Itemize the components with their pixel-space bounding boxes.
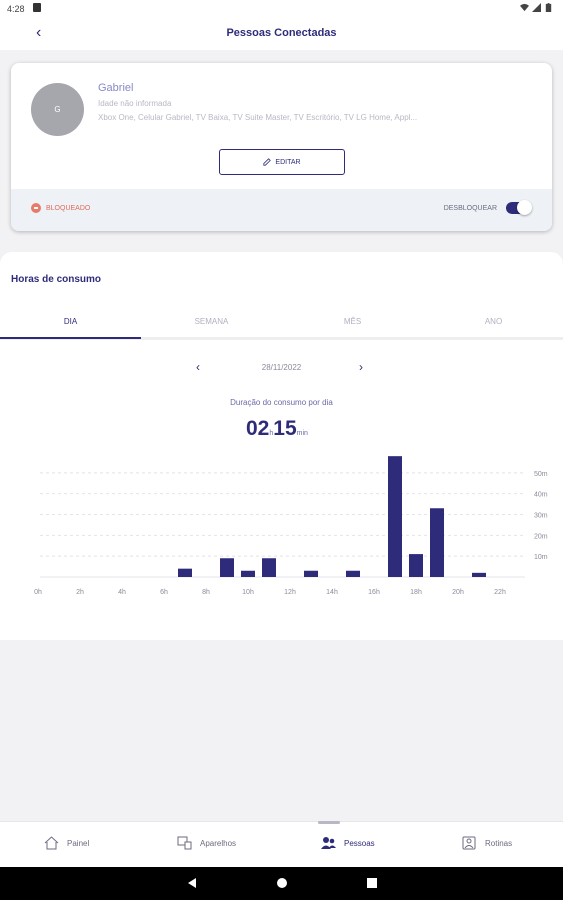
unlock-control: DESBLOQUEAR <box>443 200 532 215</box>
nav-item-rotinas[interactable]: Rotinas <box>462 836 512 850</box>
x-tick-label: 20h <box>452 589 464 596</box>
page-title: Pessoas Conectadas <box>226 27 337 39</box>
toggle-knob <box>517 200 532 215</box>
system-home-icon[interactable] <box>276 877 288 889</box>
app-bar: ‹ Pessoas Conectadas <box>0 18 563 50</box>
active-tab-indicator <box>0 337 141 339</box>
chart-bar <box>220 558 234 577</box>
total-hours: 02 <box>246 417 270 440</box>
system-nav-bar <box>0 867 563 900</box>
edit-button[interactable]: EDITAR <box>219 149 345 175</box>
current-date: 28/11/2022 <box>261 363 302 372</box>
chart-bar <box>178 568 192 577</box>
x-tick-label: 6h <box>160 589 168 596</box>
chart-bar <box>262 558 276 577</box>
chart-subtitle: Duração do consumo por dia <box>230 398 333 407</box>
nav-label-aparelhos: Aparelhos <box>200 838 237 848</box>
chart-bar <box>346 570 360 577</box>
card-status-bar: BLOQUEADO DESBLOQUEAR <box>11 189 552 231</box>
tab-semana[interactable]: SEMANA <box>141 317 282 326</box>
pencil-icon <box>263 158 272 166</box>
total-minutes: 15 <box>273 417 297 440</box>
tab-dia[interactable]: DIA <box>0 317 141 326</box>
system-recents-icon[interactable] <box>366 877 378 889</box>
bottom-nav: Painel Aparelhos Pessoas Rotinas <box>0 821 563 867</box>
x-tick-label: 16h <box>368 589 380 596</box>
x-tick-label: 8h <box>202 589 210 596</box>
chart-bar <box>430 508 444 577</box>
battery-icon <box>545 3 552 12</box>
person-devices: Xbox One, Celular Gabriel, TV Baixa, TV … <box>98 113 418 122</box>
chart-bar <box>472 572 486 577</box>
x-tick-label: 14h <box>326 589 338 596</box>
unlock-toggle[interactable] <box>506 200 532 215</box>
x-tick-label: 12h <box>284 589 296 596</box>
person-card: G Gabriel Idade não informada Xbox One, … <box>11 63 552 231</box>
notification-icon <box>33 3 41 12</box>
chart-bar <box>304 570 318 577</box>
y-tick-label: 50m <box>534 471 548 478</box>
blocked-status: BLOQUEADO <box>31 203 90 213</box>
status-time: 4:28 <box>7 4 25 14</box>
y-tick-label: 20m <box>534 533 548 540</box>
nav-indicator <box>318 821 340 824</box>
blocked-label: BLOQUEADO <box>46 204 91 212</box>
consumption-title: Horas de consumo <box>11 274 102 285</box>
nav-label-pessoas: Pessoas <box>344 838 375 848</box>
consumption-bar-chart: 10m 20m 30m 40m 50m 0h 2h 4h 6h 8h 10h 12h 14h 16h 18h… <box>34 456 548 596</box>
period-tabs: DIA SEMANA MÊS ANO <box>0 308 563 340</box>
nav-item-aparelhos[interactable]: Aparelhos <box>177 836 236 850</box>
tab-mes[interactable]: MÊS <box>282 317 423 326</box>
nav-item-pessoas[interactable]: Pessoas <box>321 836 375 850</box>
unlock-label: DESBLOQUEAR <box>443 204 497 212</box>
nav-label-rotinas: Rotinas <box>485 838 513 848</box>
people-icon <box>321 837 336 849</box>
y-tick-label: 30m <box>534 513 548 520</box>
y-tick-label: 10m <box>534 554 548 561</box>
x-tick-label: 18h <box>410 589 422 596</box>
person-name: Gabriel <box>98 82 134 94</box>
x-tick-label: 4h <box>118 589 126 596</box>
avatar: G <box>31 83 84 136</box>
nav-label-painel: Painel <box>67 838 90 848</box>
x-tick-label: 0h <box>34 589 42 596</box>
chart-bar <box>409 554 423 577</box>
status-icons <box>520 3 553 12</box>
system-back-icon[interactable] <box>186 877 198 889</box>
x-tick-label: 2h <box>76 589 84 596</box>
x-tick-label: 22h <box>494 589 506 596</box>
date-navigator: ‹ 28/11/2022 › <box>0 360 563 376</box>
routine-icon <box>462 836 476 850</box>
total-duration: 02h15min <box>246 417 308 441</box>
chart-bar <box>241 570 255 577</box>
blocked-icon <box>31 203 41 213</box>
status-bar: 4:28 <box>0 0 563 18</box>
devices-icon <box>177 836 192 850</box>
x-tick-label: 10h <box>242 589 254 596</box>
wifi-icon <box>520 3 529 12</box>
chart-bar <box>388 456 402 577</box>
total-minutes-unit: min <box>296 430 308 437</box>
next-date-icon[interactable]: › <box>359 360 363 374</box>
nav-item-painel[interactable]: Painel <box>44 836 89 850</box>
home-icon <box>44 836 59 850</box>
edit-label: EDITAR <box>275 158 301 166</box>
person-age: Idade não informada <box>98 99 172 108</box>
signal-icon <box>532 3 541 12</box>
y-tick-label: 40m <box>534 492 548 499</box>
tab-ano[interactable]: ANO <box>423 317 563 326</box>
